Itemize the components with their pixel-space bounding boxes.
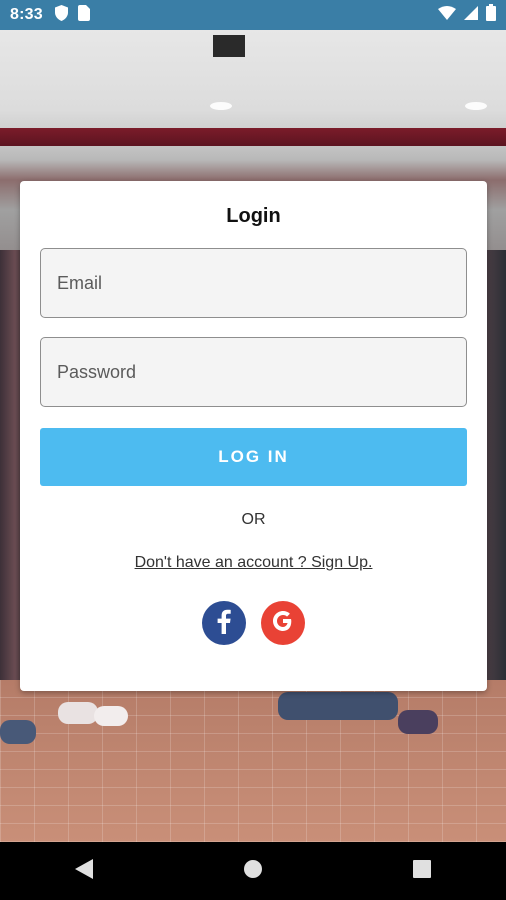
password-field[interactable] [40,337,467,407]
login-button[interactable]: LOG IN [40,428,467,486]
shoe [94,706,128,726]
social-login-row [20,601,487,645]
recents-icon [412,859,431,883]
status-time: 8:33 [10,6,43,23]
ceiling-stripe [0,128,506,146]
shield-icon [54,4,68,26]
status-bar: 8:33 [0,0,506,30]
back-icon [75,858,94,884]
ceiling-projector [213,35,245,57]
system-nav-bar [0,842,506,900]
login-card: Login LOG IN OR Don't have an account ? … [20,181,487,691]
google-icon [270,608,296,639]
status-left-icons [54,4,90,26]
status-right-icons [438,4,496,26]
wifi-icon [438,5,456,25]
ceiling-light [210,102,232,110]
nav-back-button[interactable] [54,851,114,891]
nav-recents-button[interactable] [392,851,452,891]
shoe [58,702,98,724]
battery-icon [486,4,496,26]
shoe [0,720,36,744]
google-login-button[interactable] [261,601,305,645]
nav-home-button[interactable] [223,851,283,891]
or-divider-text: OR [241,511,266,528]
sim-card-icon [77,4,90,26]
crowd-right [486,250,506,690]
signup-link[interactable]: Don't have an account ? Sign Up. [20,554,487,572]
ceiling-light [465,102,487,110]
shoe [398,710,438,734]
facebook-icon [213,608,235,639]
shoe [278,692,398,720]
home-icon [243,859,263,884]
email-field[interactable] [40,248,467,318]
card-title: Login [226,205,281,227]
cell-signal-icon [464,5,478,25]
facebook-login-button[interactable] [202,601,246,645]
